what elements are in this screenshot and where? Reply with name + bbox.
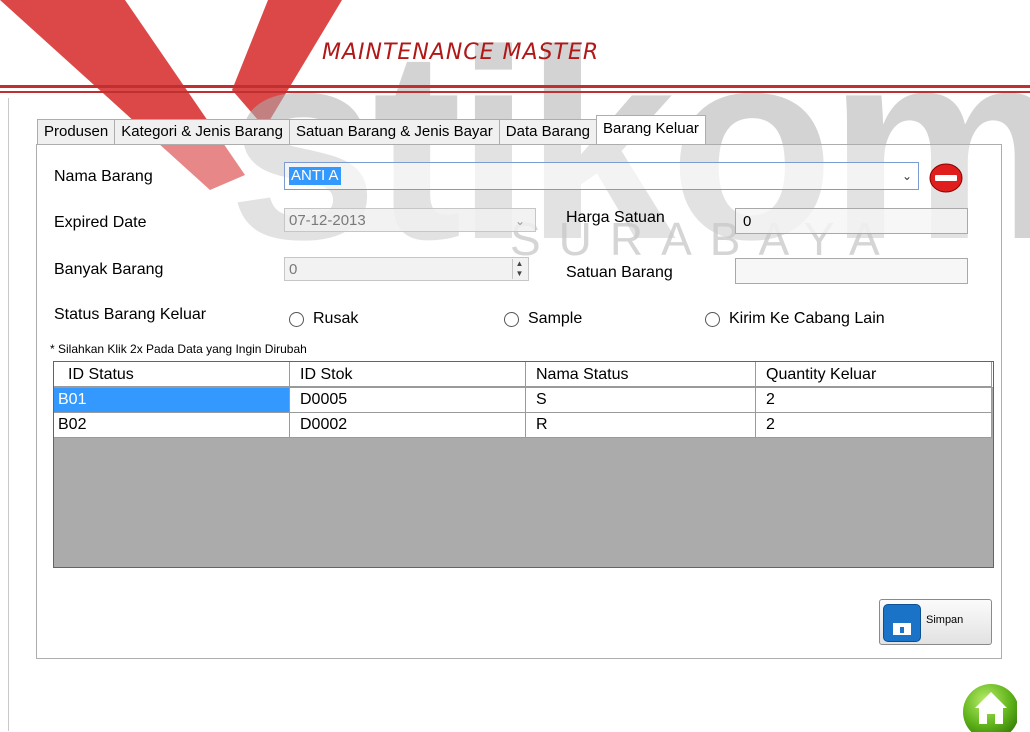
radio-rusak[interactable]: Rusak [289,310,358,328]
harga-satuan-label: Harga Satuan [566,209,665,226]
save-button-label: Simpan [926,614,964,626]
table-cell[interactable]: D0002 [290,413,526,438]
expired-date-label: Expired Date [54,214,147,231]
title-rule [0,85,1030,88]
remove-icon[interactable] [929,163,963,193]
radio-sample[interactable]: Sample [504,310,582,328]
barang-keluar-grid[interactable]: ID Status ID Stok Nama Status Quantity K… [53,361,994,568]
hint-text: * Silahkan Klik 2x Pada Data yang Ingin … [50,342,307,356]
save-icon [883,604,921,642]
tab-kategori-jenis-barang[interactable]: Kategori & Jenis Barang [114,119,290,144]
home-icon[interactable] [961,682,1017,732]
column-header-nama-status[interactable]: Nama Status [526,362,756,387]
harga-satuan-field[interactable]: 0 [735,208,968,234]
table-cell[interactable]: 2 [756,413,992,438]
nama-barang-label: Nama Barang [54,168,153,185]
window-border [8,98,9,731]
tab-data-barang[interactable]: Data Barang [498,119,598,144]
table-cell[interactable]: B01 [54,388,290,413]
satuan-barang-field[interactable] [735,258,968,284]
tab-barang-keluar[interactable]: Barang Keluar [596,115,706,144]
tab-produsen[interactable]: Produsen [37,119,116,144]
page-title: MAINTENANCE MASTER [322,40,600,65]
radio-kirim-ke-cabang-lain[interactable]: Kirim Ke Cabang Lain [705,310,885,328]
status-barang-keluar-label: Status Barang Keluar [54,306,207,323]
chevron-down-icon[interactable]: ⌄ [515,209,525,233]
column-header-id-stok[interactable]: ID Stok [290,362,526,387]
banyak-barang-value: 0 [289,261,298,278]
satuan-barang-label: Satuan Barang [566,264,673,281]
tab-bar: Produsen Kategori & Jenis Barang Satuan … [37,115,706,144]
table-cell[interactable]: S [526,388,756,413]
table-cell[interactable]: B02 [54,413,290,438]
table-row[interactable]: B01 D0005 S 2 [54,388,993,413]
radio-kirim-label: Kirim Ke Cabang Lain [729,310,885,327]
table-cell[interactable]: 2 [756,388,992,413]
banyak-barang-stepper[interactable]: 0 ▲ ▼ [284,257,529,281]
expired-date-picker[interactable]: 07-12-2013 ⌄ [284,208,536,232]
column-header-id-status[interactable]: ID Status [54,362,290,387]
title-rule-secondary [0,91,1030,93]
table-row[interactable]: B02 D0002 R 2 [54,413,993,438]
grid-header-row: ID Status ID Stok Nama Status Quantity K… [54,362,993,388]
expired-date-value: 07-12-2013 [289,212,366,229]
table-cell[interactable]: R [526,413,756,438]
radio-circle-icon [289,311,304,327]
nama-barang-value: ANTI A [289,167,341,185]
table-cell[interactable]: D0005 [290,388,526,413]
radio-rusak-label: Rusak [313,310,359,327]
nama-barang-combobox[interactable]: ANTI A ⌄ [284,162,919,190]
radio-circle-icon [504,311,519,327]
radio-sample-label: Sample [528,310,583,327]
spin-arrows-icon[interactable]: ▲ ▼ [512,259,526,279]
chevron-down-icon[interactable]: ⌄ [902,169,912,183]
save-button[interactable]: Simpan [879,599,992,645]
tab-satuan-barang-jenis-bayar[interactable]: Satuan Barang & Jenis Bayar [288,119,500,144]
column-header-quantity-keluar[interactable]: Quantity Keluar [756,362,992,387]
radio-circle-icon [705,311,720,327]
banyak-barang-label: Banyak Barang [54,261,164,278]
